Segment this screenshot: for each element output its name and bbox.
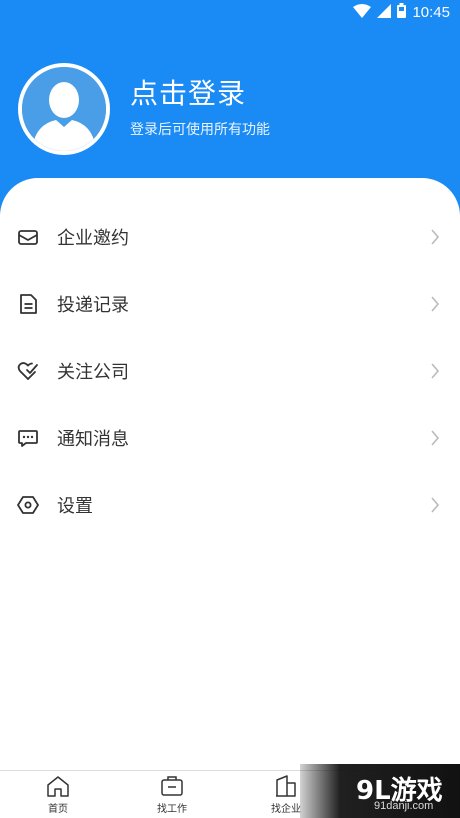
menu-item-label: 企业邀约 <box>57 227 129 249</box>
chevron-right-icon <box>430 228 440 245</box>
chat-bubble-icon <box>17 427 39 449</box>
briefcase-icon <box>161 776 183 796</box>
watermark-url: 91danji.com <box>374 800 434 812</box>
nav-tab-label: 找工作 <box>157 804 187 815</box>
login-subtitle: 登录后可使用所有功能 <box>130 122 270 138</box>
status-bar: 10:45 <box>0 0 460 26</box>
chevron-right-icon <box>430 429 440 446</box>
menu-item-label: 投递记录 <box>57 294 129 316</box>
battery-icon <box>397 3 407 22</box>
menu-item-settings[interactable]: 设置 <box>0 471 460 538</box>
chevron-right-icon <box>430 362 440 379</box>
building-icon <box>276 775 296 797</box>
nav-tab-find-job[interactable]: 找工作 <box>142 775 202 815</box>
document-icon <box>17 293 39 315</box>
menu-item-delivery-records[interactable]: 投递记录 <box>0 270 460 337</box>
nav-tab-label: 首页 <box>48 804 68 815</box>
login-title[interactable]: 点击登录 <box>130 72 246 112</box>
menu-item-label: 关注公司 <box>57 361 129 383</box>
wifi-icon <box>353 3 372 22</box>
signal-icon <box>377 3 392 22</box>
menu-item-notifications[interactable]: 通知消息 <box>0 404 460 471</box>
user-silhouette-icon <box>22 67 106 151</box>
menu-item-enterprise-invitation[interactable]: 企业邀约 <box>0 203 460 270</box>
chevron-right-icon <box>430 496 440 513</box>
menu-item-label: 通知消息 <box>57 428 129 450</box>
home-icon <box>47 776 69 797</box>
avatar[interactable] <box>18 63 110 155</box>
envelope-icon <box>17 226 39 248</box>
watermark: 9L游戏 91danji.com <box>300 764 460 818</box>
heart-check-icon <box>17 360 39 382</box>
status-icons: 10:45 <box>353 3 450 22</box>
menu-item-followed-companies[interactable]: 关注公司 <box>0 337 460 404</box>
chevron-right-icon <box>430 295 440 312</box>
status-time: 10:45 <box>412 4 450 21</box>
menu-card: 企业邀约 投递记录 关注公司 通知消息 设置 <box>0 178 460 770</box>
nav-tab-home[interactable]: 首页 <box>28 775 88 815</box>
menu-item-label: 设置 <box>57 495 93 517</box>
nav-tab-label: 找企业 <box>271 804 301 815</box>
settings-hexagon-icon <box>17 494 39 516</box>
